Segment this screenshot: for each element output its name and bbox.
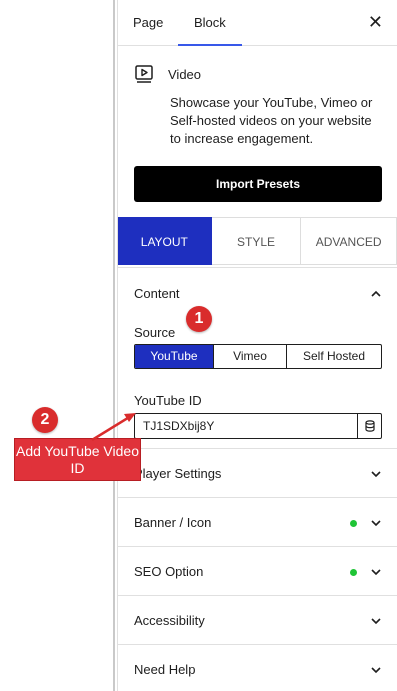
annotation-callout: Add YouTube Video ID <box>14 438 141 481</box>
section-title: SEO Option <box>134 564 204 579</box>
youtube-id-field <box>134 413 382 439</box>
source-toggle: YouTube Vimeo Self Hosted <box>134 344 382 369</box>
settings-subtabs: LAYOUT STYLE ADVANCED <box>118 217 397 267</box>
screen: Page Block ✕ Video Showcase your YouTube… <box>0 0 397 691</box>
section-title: Banner / Icon <box>134 515 212 530</box>
section-title: Accessibility <box>134 613 205 628</box>
subtab-advanced[interactable]: ADVANCED <box>301 217 397 265</box>
status-dot <box>350 520 357 527</box>
section-banner-icon[interactable]: Banner / Icon <box>118 498 397 547</box>
section-accessibility[interactable]: Accessibility <box>118 596 397 645</box>
database-icon <box>364 420 375 432</box>
tab-block[interactable]: Block <box>178 0 242 46</box>
youtube-id-input[interactable] <box>135 414 357 438</box>
chevron-down-icon[interactable] <box>369 614 383 628</box>
source-label: Source <box>134 325 176 340</box>
source-youtube[interactable]: YouTube <box>135 345 214 368</box>
chevron-down-icon[interactable] <box>369 565 383 579</box>
section-title: Need Help <box>134 662 196 677</box>
content-title[interactable]: Content <box>134 286 180 301</box>
youtube-id-label: YouTube ID <box>134 393 202 408</box>
subtab-style[interactable]: STYLE <box>211 217 302 265</box>
block-header: Video <box>134 64 381 84</box>
chevron-up-icon[interactable] <box>369 287 383 301</box>
section-title: Player Settings <box>134 466 222 481</box>
section-need-help[interactable]: Need Help <box>118 645 397 691</box>
source-vimeo[interactable]: Vimeo <box>214 345 287 368</box>
chevron-down-icon[interactable] <box>369 663 383 677</box>
close-icon[interactable]: ✕ <box>368 12 383 32</box>
section-player-settings[interactable]: Player Settings <box>118 449 397 498</box>
block-description: Showcase your YouTube, Vimeo or Self-hos… <box>170 95 373 146</box>
subtab-layout[interactable]: LAYOUT <box>118 217 212 265</box>
step-badge-2: 2 <box>32 407 58 433</box>
chevron-down-icon[interactable] <box>369 516 383 530</box>
sidebar-tabs: Page Block ✕ <box>118 0 397 46</box>
left-divider <box>113 0 115 691</box>
block-title: Video <box>168 66 202 82</box>
status-dot <box>350 569 357 576</box>
step-badge-1: 1 <box>186 306 212 332</box>
dynamic-data-button[interactable] <box>357 414 381 438</box>
tab-page[interactable]: Page <box>133 0 163 46</box>
source-self-hosted[interactable]: Self Hosted <box>287 345 381 368</box>
section-seo-option[interactable]: SEO Option <box>118 547 397 596</box>
settings-sidebar: Page Block ✕ Video Showcase your YouTube… <box>117 0 397 691</box>
chevron-down-icon[interactable] <box>369 467 383 481</box>
video-icon <box>135 65 153 83</box>
import-presets-button[interactable]: Import Presets <box>134 166 382 202</box>
block-card: Video Showcase your YouTube, Vimeo or Se… <box>118 46 397 148</box>
content-section: Content Source YouTube Vimeo Self Hosted… <box>118 267 397 449</box>
